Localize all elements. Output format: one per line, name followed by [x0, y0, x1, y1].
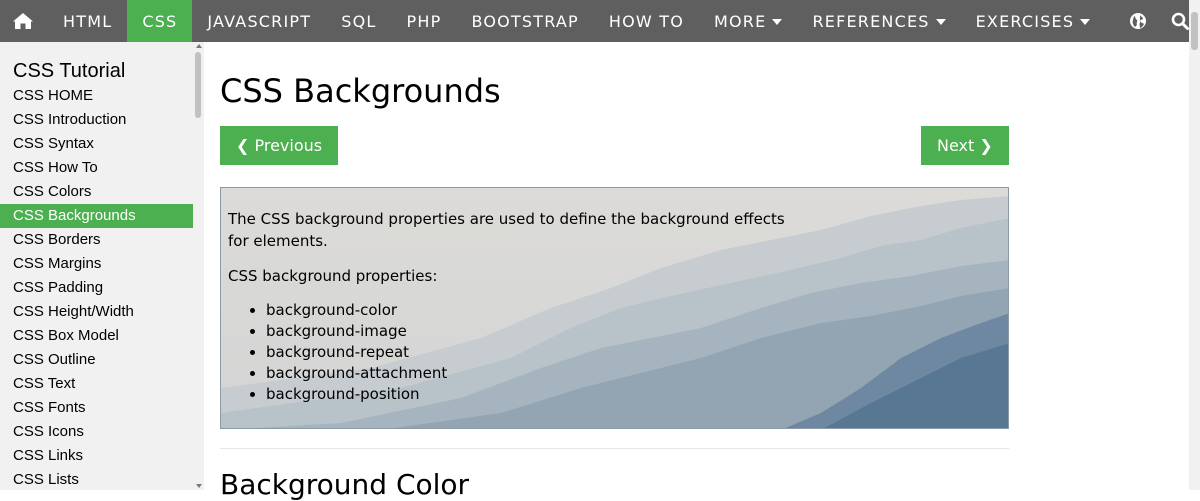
- sidebar-title: CSS Tutorial: [13, 60, 126, 82]
- sidebar-scrollbar[interactable]: [193, 42, 204, 490]
- sidebar-item-css-outline[interactable]: CSS Outline: [0, 348, 193, 372]
- list-item: background-attachment: [266, 363, 808, 384]
- intro-paragraph: The CSS background properties are used t…: [228, 210, 785, 250]
- nav-how-to[interactable]: HOW TO: [594, 0, 699, 42]
- sidebar-item-css-introduction[interactable]: CSS Introduction: [0, 108, 193, 132]
- intro-content: The CSS background properties are used t…: [228, 208, 808, 405]
- sidebar-item-css-links[interactable]: CSS Links: [0, 444, 193, 468]
- sidebar-item-css-text[interactable]: CSS Text: [0, 372, 193, 396]
- sidebar-item-css-icons[interactable]: CSS Icons: [0, 420, 193, 444]
- sidebar-item-css-lists[interactable]: CSS Lists: [0, 468, 193, 490]
- list-item: background-position: [266, 384, 808, 405]
- nav-references[interactable]: REFERENCES: [797, 0, 960, 42]
- nav-references-label: REFERENCES: [812, 11, 930, 31]
- sidebar-scrollbar-thumb[interactable]: [195, 52, 201, 118]
- divider: [220, 448, 1009, 449]
- list-item: background-repeat: [266, 342, 808, 363]
- nav-more[interactable]: MORE: [699, 0, 797, 42]
- sidebar: CSS Tutorial CSS HOME CSS Introduction C…: [0, 42, 193, 490]
- top-navigation: HTML CSS JAVASCRIPT SQL PHP BOOTSTRAP HO…: [0, 0, 1190, 42]
- sidebar-item-css-borders[interactable]: CSS Borders: [0, 228, 193, 252]
- caret-down-icon: [1080, 19, 1091, 25]
- sidebar-item-css-colors[interactable]: CSS Colors: [0, 180, 193, 204]
- sidebar-item-css-padding[interactable]: CSS Padding: [0, 276, 193, 300]
- intro-panel: The CSS background properties are used t…: [220, 187, 1009, 429]
- properties-list: background-color background-image backgr…: [228, 300, 808, 405]
- globe-icon: [1130, 13, 1147, 29]
- globe-button[interactable]: [1117, 0, 1159, 42]
- nav-javascript[interactable]: JAVASCRIPT: [192, 0, 326, 42]
- search-icon: [1171, 12, 1190, 30]
- nav-css[interactable]: CSS: [127, 0, 193, 42]
- scroll-down-arrow-icon[interactable]: [196, 484, 202, 488]
- nav-exercises-label: EXERCISES: [975, 11, 1075, 31]
- sidebar-item-css-how-to[interactable]: CSS How To: [0, 156, 193, 180]
- sidebar-item-css-margins[interactable]: CSS Margins: [0, 252, 193, 276]
- nav-more-label: MORE: [714, 11, 767, 31]
- sidebar-item-css-box-model[interactable]: CSS Box Model: [0, 324, 193, 348]
- nav-php[interactable]: PHP: [392, 0, 457, 42]
- sidebar-item-css-backgrounds[interactable]: CSS Backgrounds: [0, 204, 193, 228]
- page-title: CSS Backgrounds: [220, 72, 501, 110]
- home-icon: [13, 13, 33, 29]
- properties-heading: CSS background properties:: [228, 267, 438, 285]
- nav-sql[interactable]: SQL: [326, 0, 391, 42]
- nav-html[interactable]: HTML: [48, 0, 127, 42]
- sidebar-item-css-height-width[interactable]: CSS Height/Width: [0, 300, 193, 324]
- caret-down-icon: [772, 19, 783, 25]
- list-item: background-color: [266, 300, 808, 321]
- section-title: Background Color: [220, 468, 470, 501]
- caret-down-icon: [935, 19, 946, 25]
- scroll-up-arrow-icon[interactable]: [196, 44, 202, 48]
- sidebar-item-css-syntax[interactable]: CSS Syntax: [0, 132, 193, 156]
- nav-exercises[interactable]: EXERCISES: [961, 0, 1106, 42]
- sidebar-item-css-home[interactable]: CSS HOME: [0, 84, 193, 108]
- sidebar-item-css-fonts[interactable]: CSS Fonts: [0, 396, 193, 420]
- previous-button[interactable]: ❮ Previous: [220, 126, 338, 165]
- nav-bootstrap[interactable]: BOOTSTRAP: [456, 0, 593, 42]
- list-item: background-image: [266, 321, 808, 342]
- home-button[interactable]: [0, 0, 48, 42]
- next-button[interactable]: Next ❯: [921, 126, 1009, 165]
- page-scrollbar[interactable]: [1189, 0, 1200, 490]
- page-scrollbar-thumb[interactable]: [1191, 12, 1198, 50]
